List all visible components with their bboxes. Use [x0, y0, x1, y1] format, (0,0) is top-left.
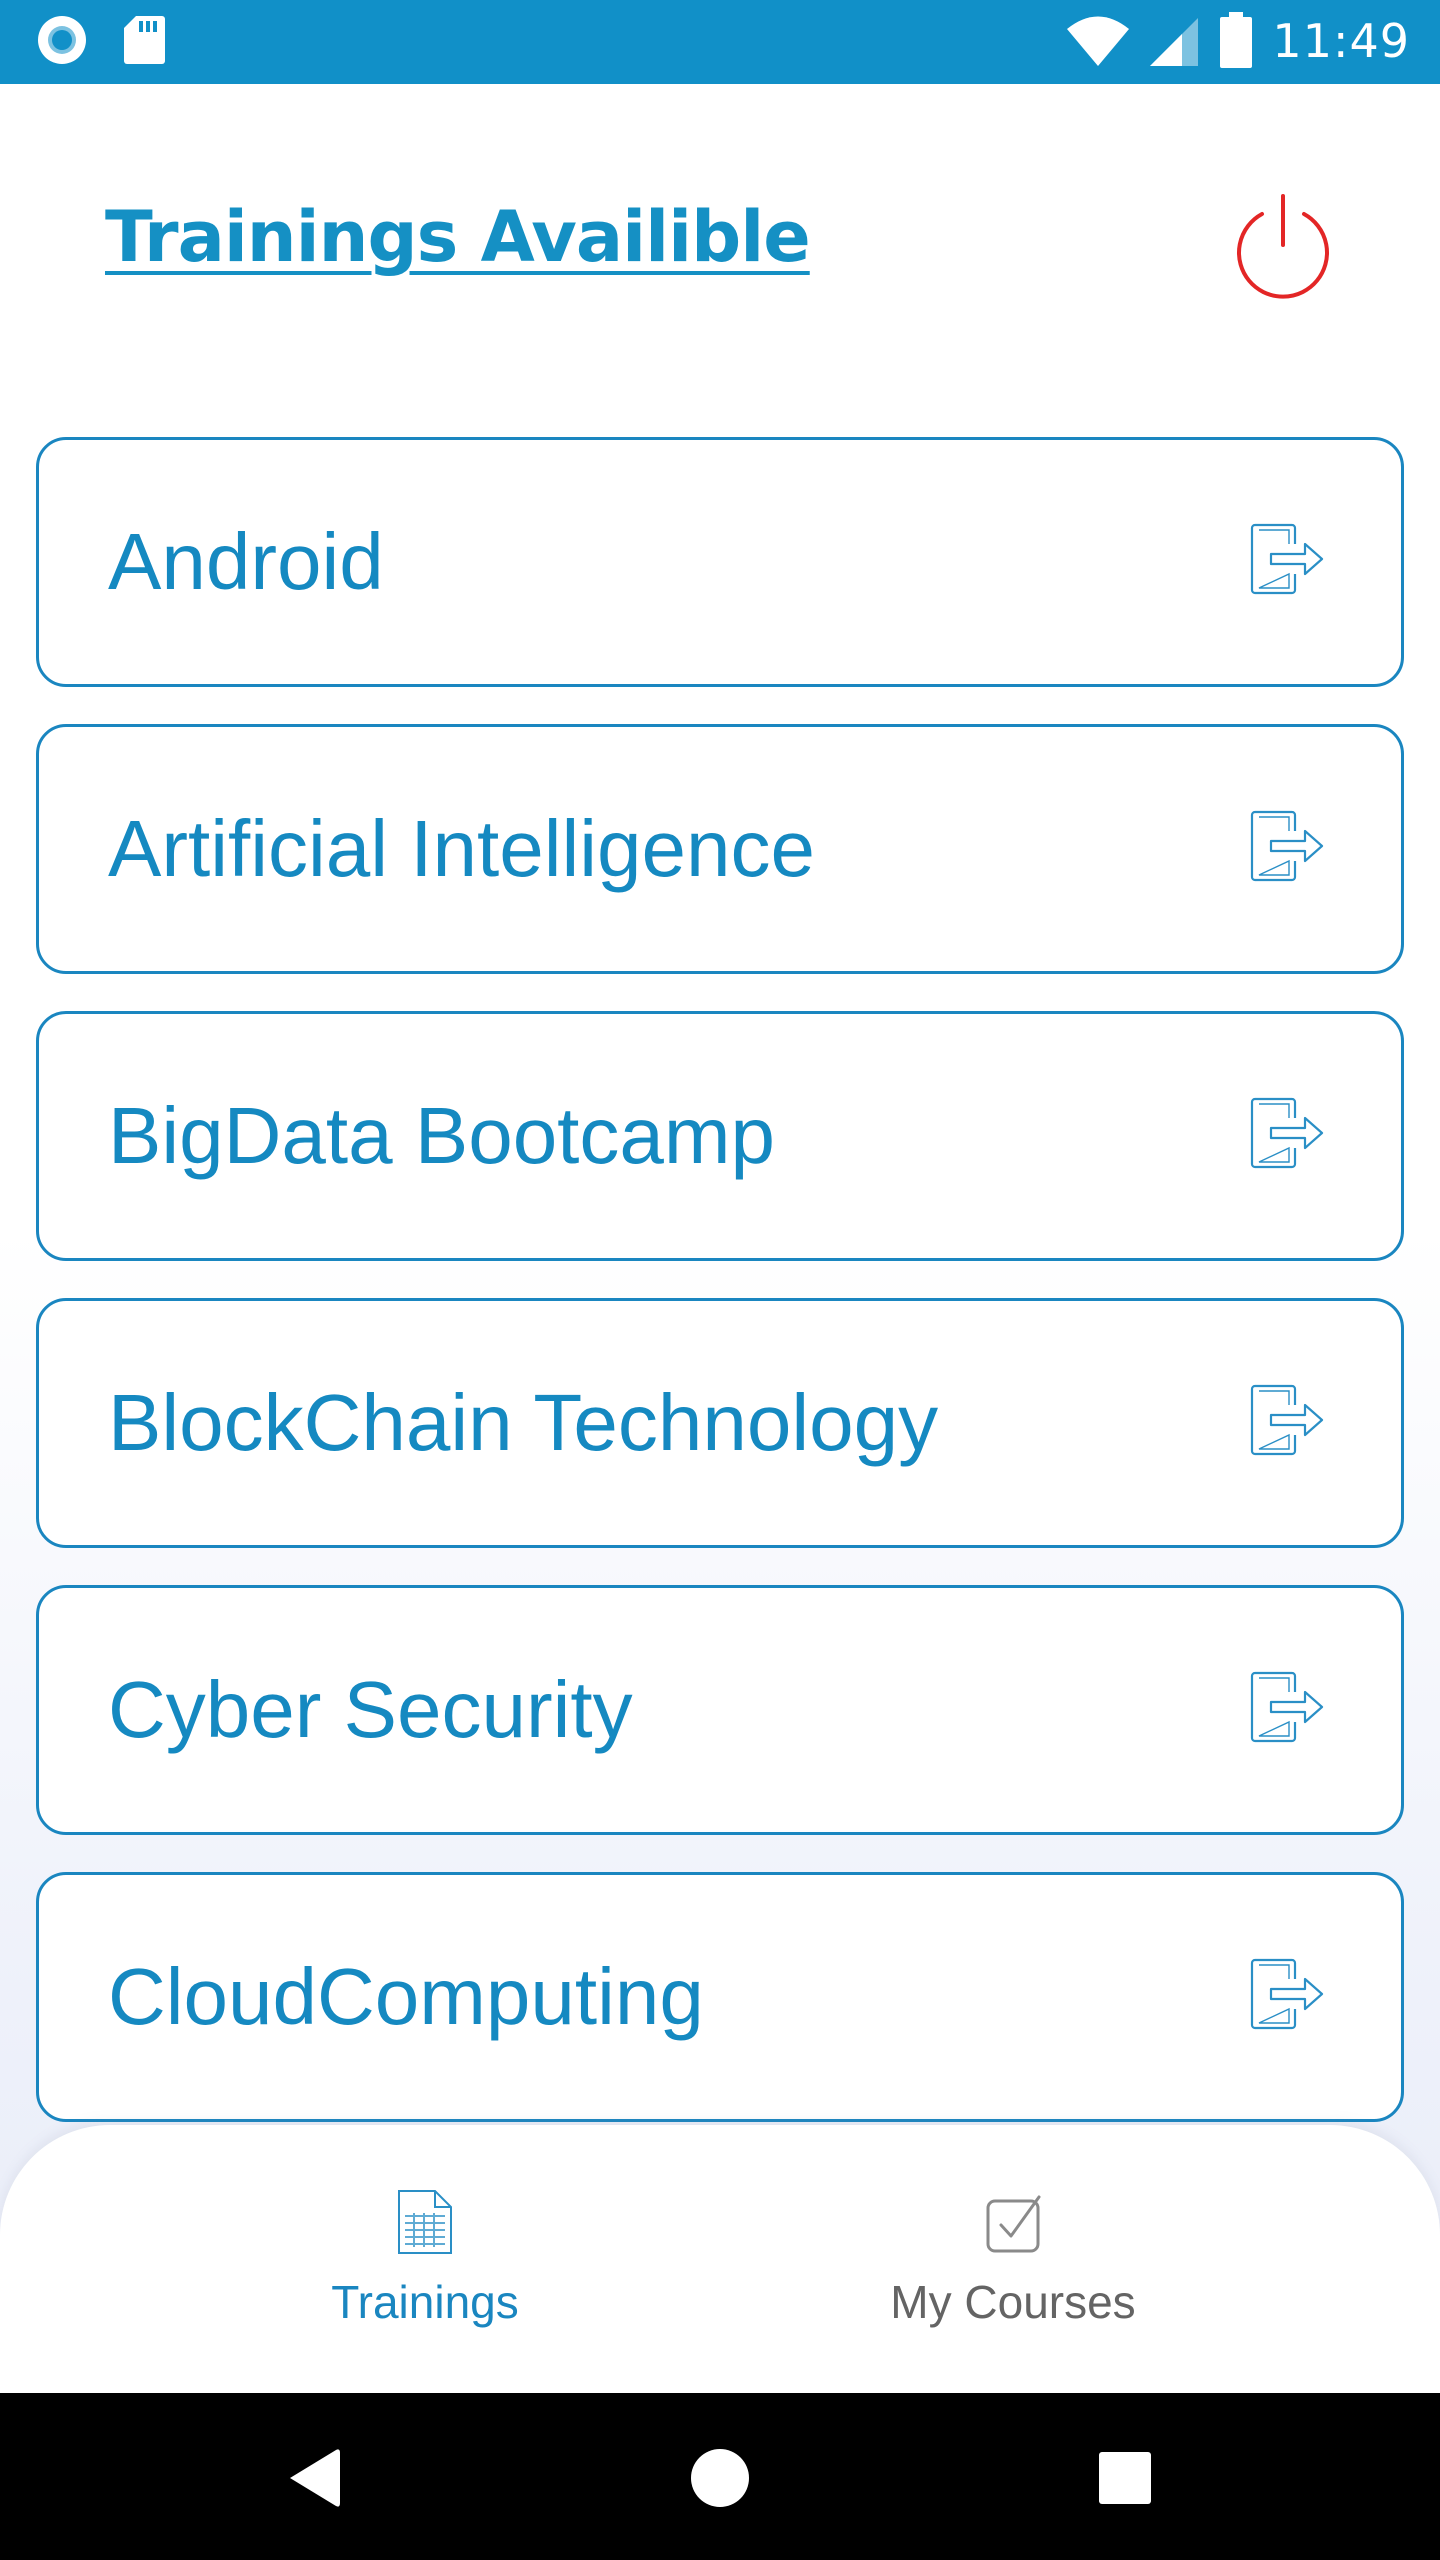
enter-arrow-icon — [1250, 1384, 1324, 1456]
enter-arrow-icon — [1250, 1097, 1324, 1169]
enter-arrow-icon — [1250, 1671, 1324, 1743]
status-bar-left — [36, 14, 166, 66]
enter-arrow-icon — [1250, 523, 1324, 595]
tab-trainings[interactable]: Trainings — [245, 2125, 605, 2393]
tab-my-courses-label: My Courses — [890, 2276, 1136, 2328]
system-home-button[interactable] — [675, 2433, 765, 2523]
tab-my-courses[interactable]: My Courses — [833, 2125, 1193, 2393]
camera-notification-icon — [38, 16, 86, 64]
recents-icon — [1099, 2452, 1151, 2504]
status-time: 11:49 — [1272, 14, 1410, 68]
course-label: BigData Bootcamp — [108, 1091, 776, 1180]
course-label: BlockChain Technology — [108, 1378, 939, 1467]
tab-trainings-label: Trainings — [331, 2276, 519, 2328]
sd-card-icon — [124, 16, 165, 64]
checkbox-icon — [986, 2195, 1041, 2253]
course-item-cloudcomputing[interactable]: CloudComputing — [36, 1872, 1404, 2122]
course-label: CloudComputing — [108, 1952, 704, 2041]
status-bar: 11:49 — [0, 0, 1440, 84]
course-list: Android Artificial Intelligence BigData … — [36, 437, 1404, 2159]
course-label: Cyber Security — [108, 1665, 633, 1754]
course-label: Artificial Intelligence — [108, 804, 815, 893]
system-recents-button[interactable] — [1080, 2433, 1170, 2523]
wifi-icon — [1067, 16, 1130, 66]
battery-icon — [1220, 12, 1253, 68]
course-item-artificial-intelligence[interactable]: Artificial Intelligence — [36, 724, 1404, 974]
status-bar-right: 11:49 — [1066, 12, 1410, 70]
course-item-android[interactable]: Android — [36, 437, 1404, 687]
system-back-button[interactable] — [270, 2433, 360, 2523]
course-item-bigdata-bootcamp[interactable]: BigData Bootcamp — [36, 1011, 1404, 1261]
page-title: Trainings Availible — [105, 196, 811, 278]
back-icon — [290, 2449, 340, 2507]
bottom-navigation: Trainings My Courses — [0, 2125, 1440, 2393]
cell-signal-icon — [1150, 18, 1199, 66]
system-navigation-bar — [0, 2393, 1440, 2560]
home-icon — [691, 2449, 749, 2507]
power-icon — [1237, 194, 1329, 299]
course-item-cyber-security[interactable]: Cyber Security — [36, 1585, 1404, 1835]
course-item-blockchain-technology[interactable]: BlockChain Technology — [36, 1298, 1404, 1548]
logout-button[interactable] — [1228, 190, 1338, 300]
enter-arrow-icon — [1250, 1958, 1324, 2030]
course-label: Android — [108, 517, 384, 606]
document-icon — [398, 2190, 452, 2254]
enter-arrow-icon — [1250, 810, 1324, 882]
